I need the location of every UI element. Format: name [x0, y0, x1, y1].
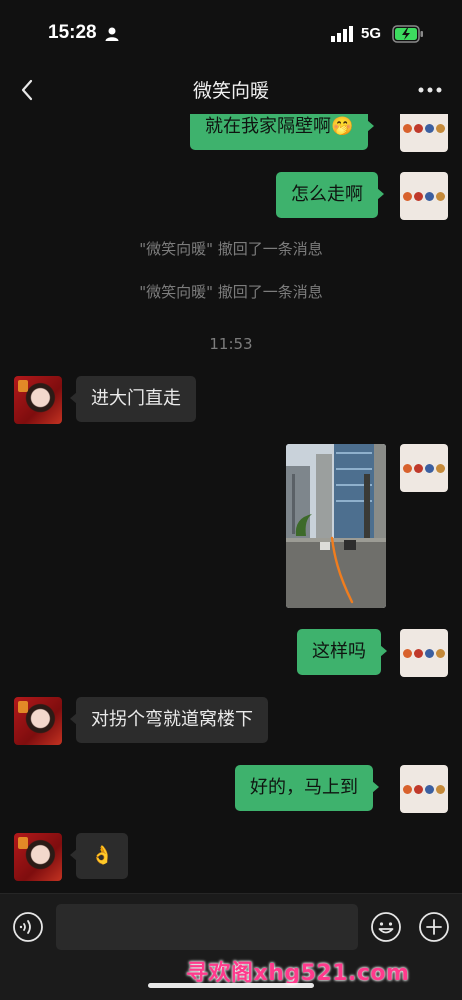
message-bubble-sent[interactable]: 这样吗 [297, 629, 387, 675]
recall-notice: "微笑向暖" 撤回了一条消息 [139, 283, 323, 301]
message-text: 对拐个弯就道窝楼下 [91, 709, 253, 730]
battery-charging-icon [392, 25, 423, 43]
more-dots-icon [418, 87, 442, 93]
my-avatar[interactable] [400, 444, 448, 492]
message-bubble-received[interactable]: 进大门直走 [70, 376, 196, 422]
emoji-icon[interactable] [370, 911, 402, 943]
message-text: 进大门直走 [91, 388, 181, 409]
message-bubble-sent[interactable]: 就在我家隔壁啊🤭 [190, 114, 375, 150]
chat-area[interactable]: 就在我家隔壁啊🤭 怎么走啊 "微笑向暖" 撤回了一条消息 "微笑向暖" 撤回了一… [0, 114, 462, 894]
status-time: 15:28 [48, 22, 97, 43]
my-avatar[interactable] [400, 765, 448, 813]
status-bar: 15:28 5G [0, 0, 462, 66]
message-bubble-received[interactable]: 👌 [69, 833, 129, 879]
message-text: 这样吗 [312, 641, 366, 662]
my-avatar[interactable] [400, 172, 448, 220]
plus-icon[interactable] [418, 911, 450, 943]
voice-input-icon[interactable] [12, 911, 44, 943]
home-indicator[interactable] [148, 983, 314, 988]
street-photo-image [286, 444, 386, 608]
photo-message[interactable] [286, 444, 386, 608]
message-text: 好的，马上到 [250, 777, 358, 798]
time-stamp: 11:53 [209, 335, 253, 353]
message-bubble-sent[interactable]: 怎么走啊 [276, 172, 384, 218]
person-icon [105, 27, 119, 41]
emoji: 👌 [91, 845, 114, 866]
my-avatar[interactable] [400, 629, 448, 677]
signal-icon [331, 26, 353, 42]
message-text: 就在我家隔壁啊 [205, 116, 331, 137]
network-label: 5G [361, 25, 382, 42]
friend-avatar[interactable] [14, 376, 62, 424]
message-text: 怎么走啊 [291, 184, 363, 205]
more-button[interactable] [416, 76, 444, 104]
friend-avatar[interactable] [14, 833, 62, 881]
my-avatar[interactable] [400, 114, 448, 152]
friend-avatar[interactable] [14, 697, 62, 745]
chat-title: 微笑向暖 [192, 80, 269, 102]
message-input[interactable] [56, 904, 358, 950]
message-bubble-sent[interactable]: 好的，马上到 [235, 765, 379, 811]
nav-bar: 微笑向暖 [0, 66, 462, 114]
emoji: 🤭 [331, 116, 354, 137]
message-bubble-received[interactable]: 对拐个弯就道窝楼下 [70, 697, 268, 743]
recall-notice: "微笑向暖" 撤回了一条消息 [139, 240, 323, 258]
